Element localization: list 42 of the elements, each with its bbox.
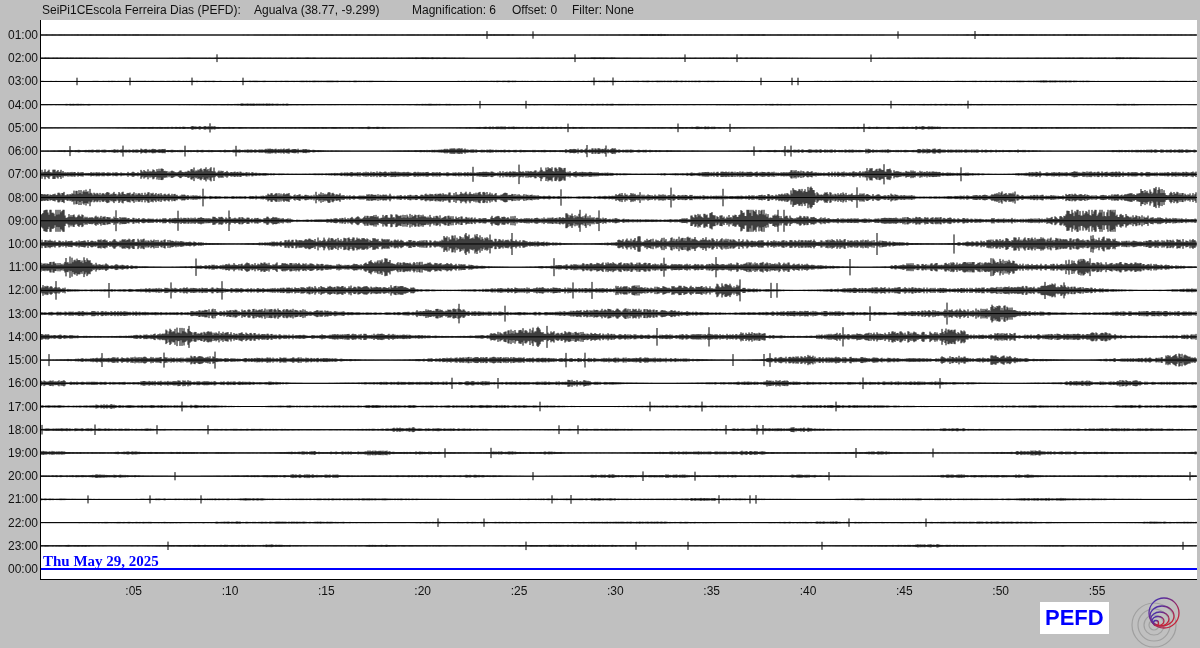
- hour-label: 23:00: [7, 539, 38, 552]
- minute-tick-label: :40: [799, 583, 817, 598]
- minute-tick-label: :25: [510, 583, 528, 598]
- hour-label: 17:00: [7, 400, 38, 413]
- minute-tick-label: :35: [703, 583, 720, 598]
- minute-tick-label: :55: [1088, 583, 1106, 598]
- hour-label: 02:00: [7, 52, 38, 65]
- minute-tick-label: :45: [895, 583, 913, 598]
- hour-label: 19:00: [7, 446, 38, 459]
- minute-tick-label: :05: [125, 583, 142, 598]
- offset-text: Offset: 0: [512, 2, 559, 19]
- magnification-text: Magnification: 6: [412, 2, 498, 19]
- station-name: SeiPi1CEscola Ferreira Dias (PEFD):: [42, 2, 242, 19]
- minute-tick-label: :20: [414, 583, 431, 598]
- minute-tick-label: :30: [606, 583, 624, 598]
- hour-label: 09:00: [7, 214, 38, 227]
- hour-label: 14:00: [7, 330, 38, 343]
- hour-label: 18:00: [7, 423, 38, 436]
- minute-tick-label: :50: [992, 583, 1009, 598]
- minute-tick-label: :15: [318, 583, 335, 598]
- date-label: Thu May 29, 2025: [43, 552, 159, 571]
- hour-label: 20:00: [7, 470, 38, 483]
- hour-label: 16:00: [7, 377, 38, 390]
- hour-label: 08:00: [7, 191, 38, 204]
- hour-label: 10:00: [7, 237, 38, 250]
- hour-label: 05:00: [7, 121, 38, 134]
- hour-label: 15:00: [7, 354, 38, 367]
- location-text: Agualva (38.77, -9.299): [254, 2, 381, 19]
- hour-label: 13:00: [7, 307, 38, 320]
- hour-label: 04:00: [7, 98, 38, 111]
- hour-label: 01:00: [7, 29, 38, 41]
- filter-text: Filter: None: [572, 2, 635, 19]
- hour-label: 21:00: [7, 493, 38, 506]
- hour-label: 03:00: [7, 75, 38, 88]
- minute-tick-label: :10: [221, 583, 239, 598]
- hour-label: 11:00: [8, 261, 38, 274]
- hour-label: 22:00: [7, 516, 38, 529]
- hour-label: 07:00: [7, 168, 38, 181]
- station-badge: PEFD: [1040, 601, 1109, 634]
- hour-label: 12:00: [7, 284, 38, 297]
- hour-label: 06:00: [7, 145, 38, 158]
- hour-label: 00:00: [7, 563, 38, 576]
